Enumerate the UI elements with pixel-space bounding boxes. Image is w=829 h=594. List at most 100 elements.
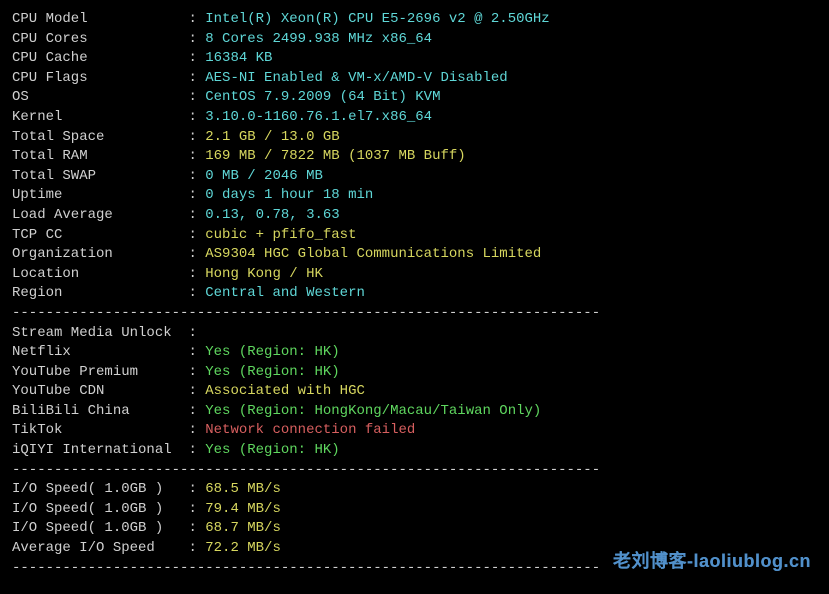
row-label: Stream Media Unlock [12, 325, 188, 341]
row-value: Yes (Region: HongKong/Macau/Taiwan Only) [205, 403, 541, 419]
row-label: Total RAM [12, 148, 188, 164]
row-label: YouTube Premium [12, 364, 188, 380]
colon: : [188, 285, 205, 301]
row-label: TCP CC [12, 227, 188, 243]
row-value: 0 MB / 2046 MB [205, 168, 323, 184]
info-row: CPU Model : Intel(R) Xeon(R) CPU E5-2696… [12, 10, 817, 30]
colon: : [188, 266, 205, 282]
colon: : [188, 148, 205, 164]
colon: : [188, 481, 205, 497]
row-value: cubic + pfifo_fast [205, 227, 356, 243]
row-value: 3.10.0-1160.76.1.el7.x86_64 [205, 109, 432, 125]
info-row: Uptime : 0 days 1 hour 18 min [12, 186, 817, 206]
colon: : [188, 501, 205, 517]
row-value: Yes (Region: HK) [205, 364, 339, 380]
colon: : [188, 207, 205, 223]
info-row: Kernel : 3.10.0-1160.76.1.el7.x86_64 [12, 108, 817, 128]
row-value: 0.13, 0.78, 3.63 [205, 207, 339, 223]
colon: : [188, 246, 205, 262]
row-label: Uptime [12, 187, 188, 203]
info-row: OS : CentOS 7.9.2009 (64 Bit) KVM [12, 88, 817, 108]
row-label: CPU Flags [12, 70, 188, 86]
row-value: 68.5 MB/s [205, 481, 281, 497]
row-label: TikTok [12, 422, 188, 438]
row-value: Central and Western [205, 285, 365, 301]
row-value: Yes (Region: HK) [205, 442, 339, 458]
info-row: Total SWAP : 0 MB / 2046 MB [12, 167, 817, 187]
row-label: Average I/O Speed [12, 540, 188, 556]
info-row: YouTube CDN : Associated with HGC [12, 382, 817, 402]
row-label: I/O Speed( 1.0GB ) [12, 520, 188, 536]
row-label: CPU Model [12, 11, 188, 27]
row-value: Yes (Region: HK) [205, 344, 339, 360]
system-info-section: CPU Model : Intel(R) Xeon(R) CPU E5-2696… [12, 10, 817, 304]
row-label: BiliBili China [12, 403, 188, 419]
info-row: YouTube Premium : Yes (Region: HK) [12, 363, 817, 383]
colon: : [188, 89, 205, 105]
info-row: iQIYI International : Yes (Region: HK) [12, 441, 817, 461]
row-value: Hong Kong / HK [205, 266, 323, 282]
info-row: Region : Central and Western [12, 284, 817, 304]
row-value: 79.4 MB/s [205, 501, 281, 517]
row-label: Organization [12, 246, 188, 262]
io-speed-section: I/O Speed( 1.0GB ) : 68.5 MB/sI/O Speed(… [12, 480, 817, 558]
row-label: Kernel [12, 109, 188, 125]
row-value: 16384 KB [205, 50, 272, 66]
colon: : [188, 109, 205, 125]
info-row: Stream Media Unlock : [12, 324, 817, 344]
colon: : [188, 31, 205, 47]
colon: : [188, 70, 205, 86]
row-label: Region [12, 285, 188, 301]
info-row: TCP CC : cubic + pfifo_fast [12, 226, 817, 246]
row-label: CPU Cores [12, 31, 188, 47]
info-row: I/O Speed( 1.0GB ) : 68.7 MB/s [12, 519, 817, 539]
row-value: Network connection failed [205, 422, 415, 438]
colon: : [188, 227, 205, 243]
colon: : [188, 344, 205, 360]
row-value: 169 MB / 7822 MB (1037 MB Buff) [205, 148, 465, 164]
colon: : [188, 325, 205, 341]
info-row: I/O Speed( 1.0GB ) : 79.4 MB/s [12, 500, 817, 520]
row-label: Total Space [12, 129, 188, 145]
info-row: Location : Hong Kong / HK [12, 265, 817, 285]
info-row: Total RAM : 169 MB / 7822 MB (1037 MB Bu… [12, 147, 817, 167]
colon: : [188, 422, 205, 438]
info-row: CPU Cores : 8 Cores 2499.938 MHz x86_64 [12, 30, 817, 50]
info-row: TikTok : Network connection failed [12, 421, 817, 441]
colon: : [188, 11, 205, 27]
row-label: Location [12, 266, 188, 282]
row-label: iQIYI International [12, 442, 188, 458]
info-row: Netflix : Yes (Region: HK) [12, 343, 817, 363]
watermark: 老刘博客-laoliublog.cn [613, 549, 811, 574]
row-value: 2.1 GB / 13.0 GB [205, 129, 339, 145]
row-label: CPU Cache [12, 50, 188, 66]
colon: : [188, 442, 205, 458]
info-row: CPU Cache : 16384 KB [12, 49, 817, 69]
divider: ----------------------------------------… [12, 461, 817, 481]
row-label: I/O Speed( 1.0GB ) [12, 501, 188, 517]
row-value: CentOS 7.9.2009 (64 Bit) KVM [205, 89, 440, 105]
colon: : [188, 403, 205, 419]
colon: : [188, 168, 205, 184]
row-label: Load Average [12, 207, 188, 223]
info-row: I/O Speed( 1.0GB ) : 68.5 MB/s [12, 480, 817, 500]
info-row: Organization : AS9304 HGC Global Communi… [12, 245, 817, 265]
row-value: Associated with HGC [205, 383, 365, 399]
colon: : [188, 129, 205, 145]
stream-unlock-section: Stream Media Unlock : Netflix : Yes (Reg… [12, 324, 817, 461]
row-value: 68.7 MB/s [205, 520, 281, 536]
row-value: Intel(R) Xeon(R) CPU E5-2696 v2 @ 2.50GH… [205, 11, 549, 27]
row-label: Total SWAP [12, 168, 188, 184]
colon: : [188, 187, 205, 203]
colon: : [188, 520, 205, 536]
row-label: Netflix [12, 344, 188, 360]
row-label: YouTube CDN [12, 383, 188, 399]
info-row: Load Average : 0.13, 0.78, 3.63 [12, 206, 817, 226]
row-value: AES-NI Enabled & VM-x/AMD-V Disabled [205, 70, 507, 86]
row-label: OS [12, 89, 188, 105]
colon: : [188, 50, 205, 66]
row-label: I/O Speed( 1.0GB ) [12, 481, 188, 497]
row-value: 0 days 1 hour 18 min [205, 187, 373, 203]
row-value: 8 Cores 2499.938 MHz x86_64 [205, 31, 432, 47]
info-row: BiliBili China : Yes (Region: HongKong/M… [12, 402, 817, 422]
